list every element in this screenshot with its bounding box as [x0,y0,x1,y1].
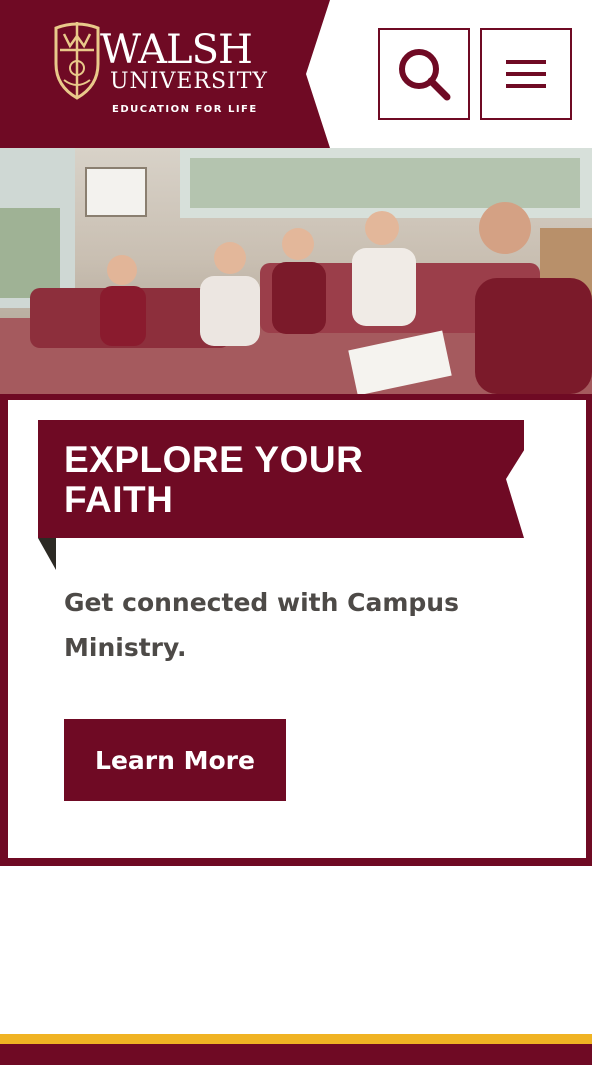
footer-gold-stripe [0,1034,592,1044]
learn-more-button[interactable]: Learn More [64,719,286,801]
promo-description: Get connected with Campus Ministry. [64,588,459,662]
footer-maroon-stripe [0,1044,592,1065]
hero-photo [0,148,592,394]
walsh-university-logo-link[interactable]: WALSH UNIVERSITY EDUCATION FOR LIFE [0,0,330,148]
search-icon [399,49,451,101]
search-button[interactable] [378,28,470,120]
logo-wordmark: WALSH [100,27,253,73]
hero-illustration [0,148,592,394]
hamburger-menu-icon [506,60,546,88]
promo-title: EXPLORE YOUR FAITH [64,439,364,520]
menu-button[interactable] [480,28,572,120]
logo-tagline: EDUCATION FOR LIFE [112,104,258,115]
university-crest-icon [54,22,100,100]
site-header: WALSH UNIVERSITY EDUCATION FOR LIFE [0,0,600,148]
logo-subtitle: UNIVERSITY [110,69,268,94]
